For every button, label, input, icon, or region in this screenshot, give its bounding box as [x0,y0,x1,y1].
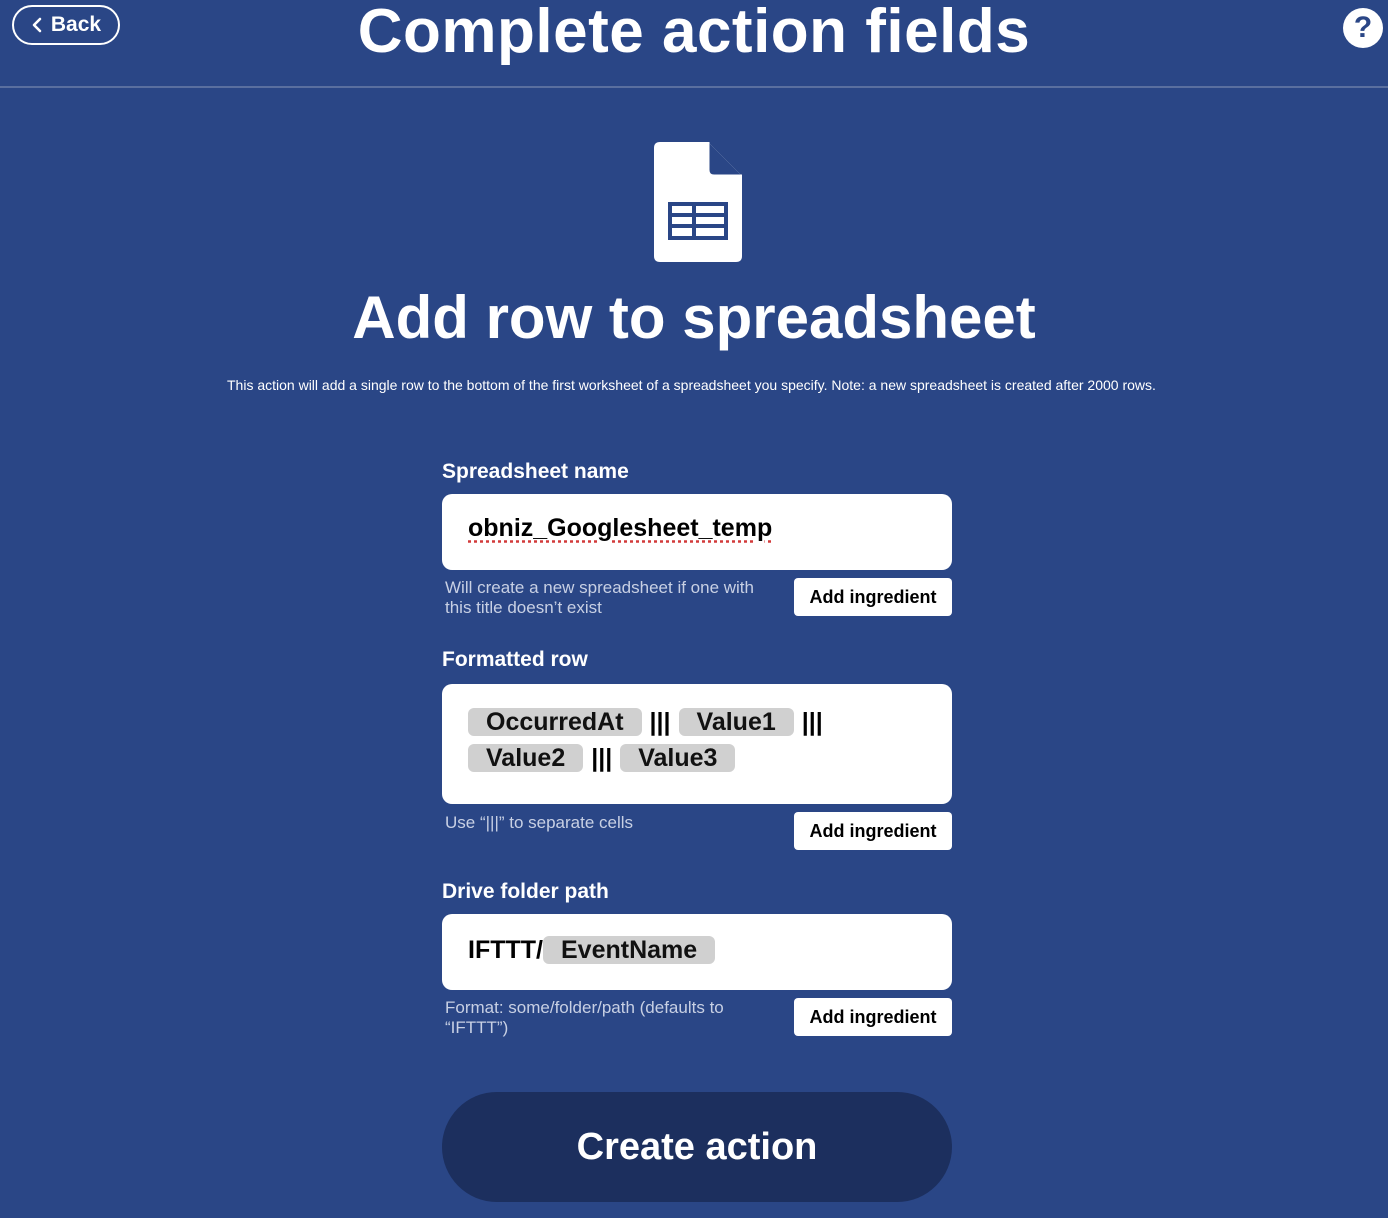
spreadsheet-name-input[interactable]: obniz_Googlesheet_temp [442,494,952,570]
create-action-button[interactable]: Create action [442,1092,952,1202]
add-ingredient-button-spreadsheet-name[interactable]: Add ingredient [794,578,952,616]
ingredient-pill[interactable]: Value1 [678,708,794,736]
action-description: This action will add a single row to the… [227,377,1156,393]
cell-separator: ||| [591,744,613,772]
formatted-row-helper: Use “|||” to separate cells [445,813,634,832]
action-title: Add row to spreadsheet [352,284,1036,351]
ingredient-pill[interactable]: EventName [542,936,716,964]
ingredient-pill[interactable]: Value3 [620,744,736,772]
header-bar: Back Complete action fields ? [0,0,1388,88]
add-ingredient-button-drive-folder[interactable]: Add ingredient [794,998,952,1036]
drive-folder-path-helper: Format: some/folder/path (defaults to “I… [445,998,724,1037]
formatted-row-input[interactable]: OccurredAt ||| Value1 ||| Value2 ||| Value3 [442,684,952,804]
google-sheets-icon [654,142,742,262]
spreadsheet-name-label: Spreadsheet name [442,460,629,483]
help-icon[interactable]: ? [1343,8,1383,48]
cell-separator: ||| [801,708,823,736]
spreadsheet-name-value: obniz_Googlesheet_temp [468,514,773,542]
formatted-row-label: Formatted row [442,648,588,671]
cell-separator: ||| [649,708,671,736]
drive-folder-path-label: Drive folder path [442,880,609,903]
page-title: Complete action fields [357,0,1031,66]
add-ingredient-button-formatted-row[interactable]: Add ingredient [794,812,952,850]
ingredient-pill[interactable]: OccurredAt [468,708,642,736]
spreadsheet-name-helper: Will create a new spreadsheet if one wit… [445,578,754,617]
ingredient-pill[interactable]: Value2 [468,744,584,772]
drive-folder-path-input[interactable]: IFTTT/EventName [442,914,952,990]
drive-folder-prefix: IFTTT/ [468,936,543,964]
